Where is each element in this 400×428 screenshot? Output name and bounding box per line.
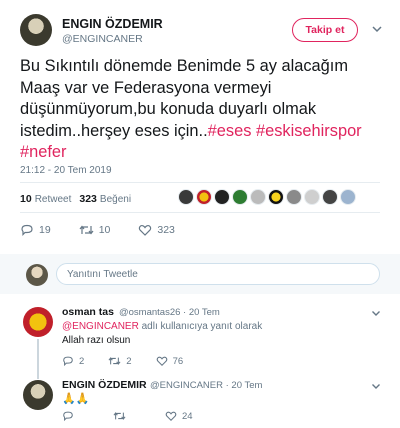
- reply-author-name[interactable]: osman tas: [62, 306, 114, 318]
- reply-actions: 24: [62, 410, 217, 422]
- reply-count: 19: [39, 224, 51, 236]
- like-count[interactable]: 323: [79, 193, 97, 205]
- liker-avatar[interactable]: [304, 189, 320, 205]
- tweet-text: Bu Sıkıntılı dönemde Benimde 5 ay alacağ…: [20, 56, 390, 164]
- liker-avatar[interactable]: [340, 189, 356, 205]
- reply-context: @ENGINCANER adlı kullanıcıya yanıt olara…: [62, 321, 262, 332]
- liker-avatar[interactable]: [268, 189, 284, 205]
- reply-author-handle[interactable]: @ENGINCANER · 20 Tem: [150, 380, 262, 391]
- reply-icon: [21, 224, 33, 236]
- like-action-count: 24: [182, 410, 193, 422]
- tweet-actions: 19 10 323: [20, 221, 203, 239]
- reply-text: 🙏🙏: [62, 393, 90, 405]
- reply-author-handle[interactable]: @osmantas26 · 20 Tem: [119, 307, 220, 318]
- reply-button[interactable]: 19: [20, 223, 51, 237]
- thread-line: [37, 339, 39, 379]
- retweet-icon: [113, 412, 126, 420]
- retweet-button[interactable]: [113, 410, 131, 422]
- liker-avatar[interactable]: [178, 189, 194, 205]
- retweet-action-count: 2: [126, 355, 132, 367]
- like-icon: [165, 411, 177, 422]
- reply-icon: [63, 411, 73, 422]
- liker-avatar[interactable]: [232, 189, 248, 205]
- likers-avatars: [178, 189, 358, 205]
- liker-avatar[interactable]: [196, 189, 212, 205]
- reply-button[interactable]: [62, 410, 79, 422]
- author-handle[interactable]: @ENGINCANER: [62, 33, 143, 45]
- current-user-avatar: [26, 264, 48, 286]
- retweet-button[interactable]: 2: [108, 355, 132, 367]
- divider: [20, 212, 380, 213]
- like-button[interactable]: 76: [156, 355, 184, 367]
- author-avatar[interactable]: [20, 14, 52, 46]
- tweet-header: ENGIN ÖZDEMIR @ENGINCANER Takip et: [0, 0, 400, 50]
- tweet-stats: 10 Retweet 323 Beğeni: [20, 187, 131, 211]
- like-icon: [156, 356, 167, 367]
- hashtag-link[interactable]: #eses: [208, 122, 252, 140]
- liker-avatar[interactable]: [214, 189, 230, 205]
- reply-icon: [63, 356, 73, 367]
- reply-context-text: adlı kullanıcıya yanıt olarak: [138, 321, 263, 332]
- reply-input[interactable]: Yanıtını Tweetle: [56, 263, 380, 285]
- retweet-label[interactable]: Retweet: [35, 194, 72, 205]
- retweet-icon: [79, 225, 94, 235]
- reply-author-name[interactable]: ENGIN ÖZDEMIR: [62, 379, 147, 391]
- reply-text: Allah razı olsun: [62, 335, 131, 346]
- like-action-count: 323: [157, 224, 175, 236]
- like-action-count: 76: [172, 355, 184, 367]
- divider: [20, 182, 380, 183]
- hashtag-link[interactable]: #eskisehirspor: [256, 122, 362, 140]
- liker-avatar[interactable]: [322, 189, 338, 205]
- chevron-down-icon[interactable]: [370, 22, 384, 36]
- retweet-icon: [108, 357, 121, 365]
- tweet-timestamp[interactable]: 21:12 - 20 Tem 2019: [20, 165, 112, 176]
- author-name[interactable]: ENGIN ÖZDEMIR: [62, 17, 163, 31]
- like-label[interactable]: Beğeni: [100, 194, 131, 205]
- liker-avatar[interactable]: [250, 189, 266, 205]
- retweet-button[interactable]: 10: [79, 223, 111, 237]
- chevron-down-icon[interactable]: [370, 307, 382, 319]
- liker-avatar[interactable]: [286, 189, 302, 205]
- like-icon: [139, 224, 152, 236]
- reply-count: 2: [79, 355, 85, 367]
- hashtag-link[interactable]: #nefer: [20, 143, 66, 161]
- retweet-count[interactable]: 10: [20, 193, 32, 205]
- like-button[interactable]: 323: [138, 223, 175, 237]
- chevron-down-icon[interactable]: [370, 380, 382, 392]
- reply-button[interactable]: 2: [62, 355, 84, 367]
- like-button[interactable]: 24: [165, 410, 193, 422]
- reply-avatar[interactable]: [23, 380, 53, 410]
- reply-actions: 2 2 76: [62, 355, 207, 367]
- retweet-action-count: 10: [98, 224, 111, 236]
- reply-avatar[interactable]: [23, 307, 53, 337]
- mention-link[interactable]: @ENGINCANER: [62, 321, 139, 332]
- follow-button[interactable]: Takip et: [292, 18, 358, 42]
